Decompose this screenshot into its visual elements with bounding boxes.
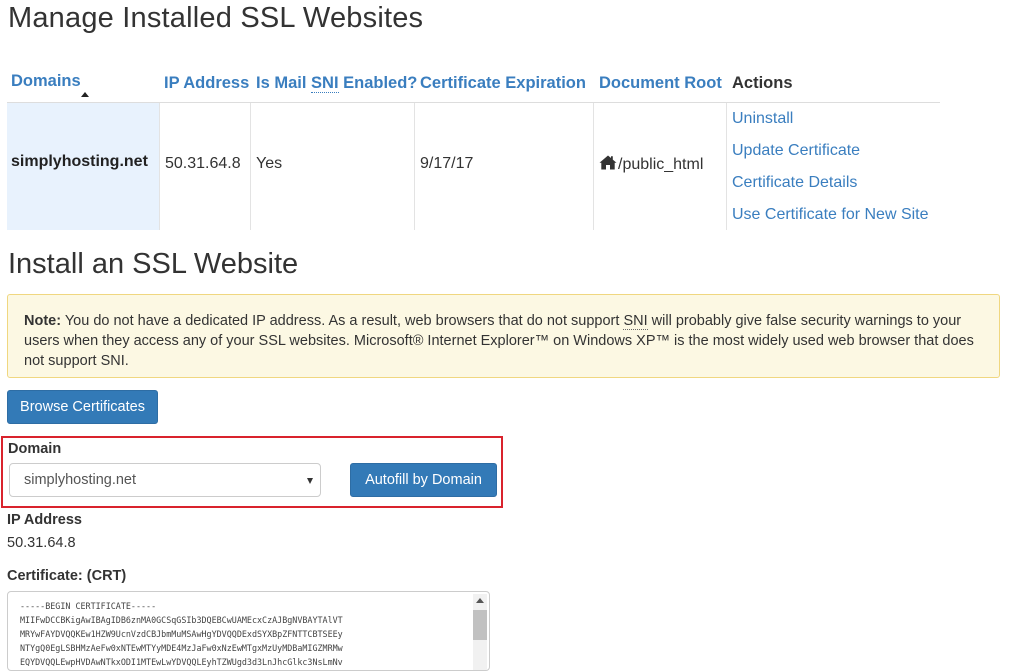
note-label: Note:	[24, 313, 62, 329]
install-section-title: Install an SSL Website	[8, 248, 299, 280]
certificate-textarea[interactable]: -----BEGIN CERTIFICATE----- MIIFwDCCBKigA…	[7, 591, 490, 671]
caret-down-icon	[307, 478, 313, 484]
note-text-1: You do not have a dedicated IP address. …	[61, 313, 624, 329]
header-ip-address[interactable]: IP Address	[164, 74, 249, 93]
cert-line: EQYDVQQLEwpHVDAwNTkxODI1MTEwLwYDVQQLEyhT…	[20, 657, 343, 667]
page-title: Manage Installed SSL Websites	[8, 2, 424, 34]
domain-autofill-group: Domain simplyhosting.net Autofill by Dom…	[1, 436, 503, 508]
cell-document-root: /public_html	[594, 103, 727, 230]
domain-select-value: simplyhosting.net	[24, 472, 137, 488]
cell-ip: 50.31.64.8	[160, 103, 251, 230]
cell-actions: Uninstall Update Certificate Certificate…	[727, 103, 940, 230]
header-mail-sni-prefix: Is Mail	[256, 74, 312, 92]
ip-address-value: 50.31.64.8	[7, 535, 76, 551]
header-mail-sni-suffix: Enabled?	[338, 74, 418, 92]
table-row: simplyhosting.net 50.31.64.8 Yes 9/17/17…	[7, 103, 940, 230]
scroll-up-arrow-icon[interactable]	[476, 598, 484, 603]
cell-mail-sni: Yes	[251, 103, 415, 230]
document-root-value: /public_html	[599, 155, 703, 174]
uninstall-link[interactable]: Uninstall	[732, 110, 793, 128]
update-certificate-link[interactable]: Update Certificate	[732, 142, 860, 160]
domain-value: simplyhosting.net	[11, 153, 148, 170]
cert-line: NTYgQ0EgLSBHMzAeFw0xNTEwMTYyMDE4MzJaFw0x…	[20, 643, 343, 653]
cert-line: MIIFwDCCBKigAwIBAgIDB6znMA0GCSqGSIb3DQEB…	[20, 615, 343, 625]
header-certificate-expiration[interactable]: Certificate Expiration	[420, 74, 586, 93]
header-mail-sni[interactable]: Is Mail SNI Enabled?	[256, 74, 417, 93]
ip-address-label: IP Address	[7, 512, 82, 528]
certificate-scroll-thumb[interactable]	[473, 610, 487, 640]
document-root-path: /public_html	[618, 156, 704, 173]
sort-ascending-icon	[81, 92, 89, 97]
cell-expiration: 9/17/17	[415, 103, 594, 230]
home-icon	[599, 155, 617, 170]
header-document-root[interactable]: Document Root	[599, 74, 722, 93]
header-sni-abbr: SNI	[311, 74, 339, 93]
certificate-label: Certificate: (CRT)	[7, 568, 127, 584]
browse-certificates-button[interactable]: Browse Certificates	[7, 390, 158, 424]
ip-value: 50.31.64.8	[165, 155, 241, 172]
header-domains[interactable]: Domains	[11, 72, 81, 91]
cert-line: MRYwFAYDVQQKEw1HZW9UcnVzdCBJbmMuMSAwHgYD…	[20, 629, 343, 639]
expiration-value: 9/17/17	[420, 155, 474, 172]
cell-domain: simplyhosting.net	[7, 103, 160, 230]
installed-ssl-table: Domains IP Address Is Mail SNI Enabled? …	[7, 66, 940, 230]
cert-line: -----BEGIN CERTIFICATE-----	[20, 601, 157, 611]
domain-label: Domain	[8, 441, 62, 457]
domain-select[interactable]: simplyhosting.net	[9, 463, 321, 497]
header-actions: Actions	[732, 74, 793, 92]
certificate-text: -----BEGIN CERTIFICATE----- MIIFwDCCBKigA…	[20, 599, 470, 669]
use-certificate-new-site-link[interactable]: Use Certificate for New Site	[732, 206, 929, 224]
autofill-by-domain-button[interactable]: Autofill by Domain	[350, 463, 497, 497]
certificate-details-link[interactable]: Certificate Details	[732, 174, 857, 192]
sni-warning-note: Note: You do not have a dedicated IP add…	[7, 294, 1000, 378]
table-header: Domains IP Address Is Mail SNI Enabled? …	[7, 66, 940, 103]
note-sni-abbr: SNI	[623, 313, 648, 330]
mail-sni-value: Yes	[256, 155, 283, 172]
